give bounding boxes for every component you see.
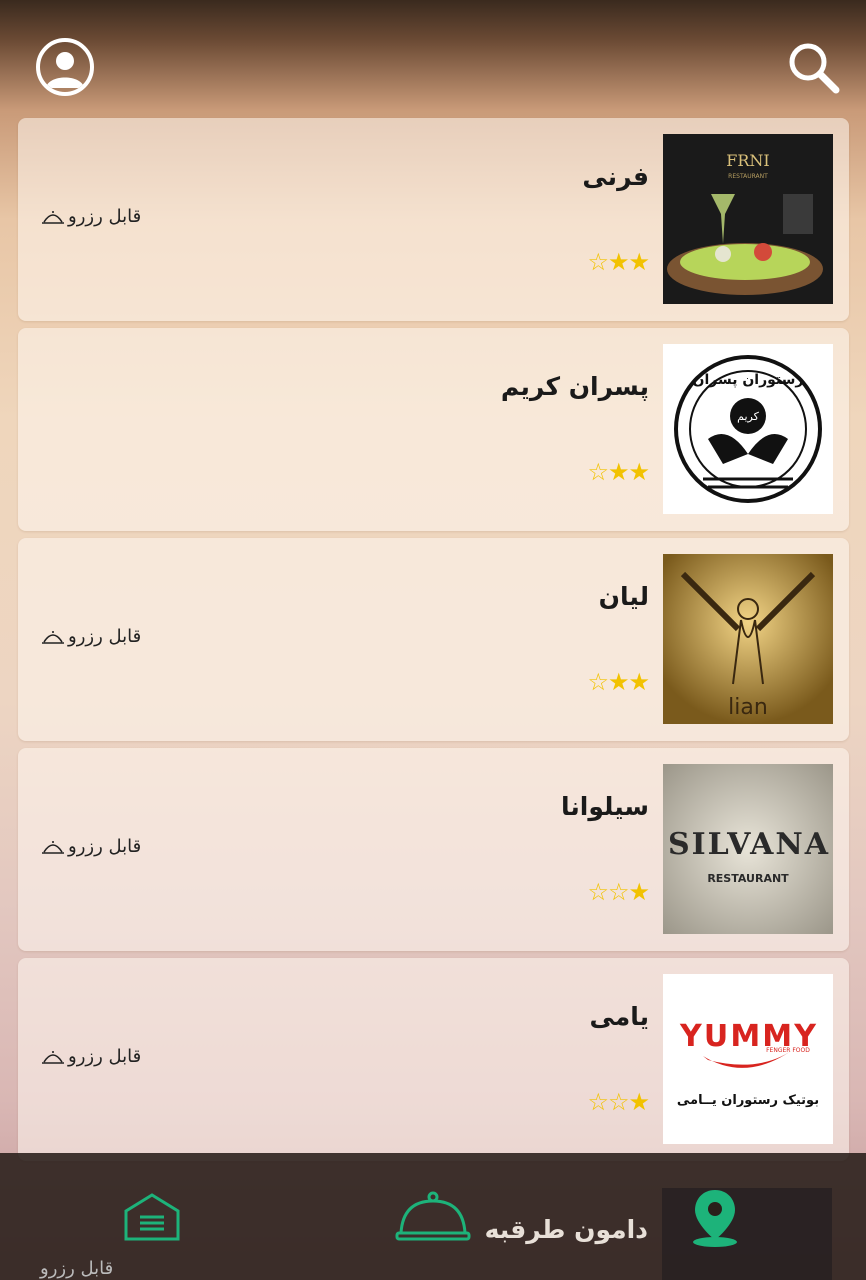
- map-pin-icon: [693, 1189, 737, 1247]
- restaurant-name: سیلوانا: [560, 792, 649, 821]
- restaurant-card[interactable]: رستوران پسران کریم پسران کریم ☆★★: [18, 328, 849, 531]
- rating-stars: ☆★★: [587, 248, 650, 276]
- rating-stars: ☆★★: [587, 458, 650, 486]
- restaurant-thumbnail: SILVANA RESTAURANT: [663, 764, 833, 934]
- restaurant-thumbnail: lian: [663, 554, 833, 724]
- restaurant-card[interactable]: YUMMY FENGER FOOD بوتیک رستوران یــامی ی…: [18, 958, 849, 1161]
- rating-stars: ☆★★: [587, 668, 650, 696]
- reservable-badge: قابل رزرو: [40, 206, 141, 227]
- thumb-logo-subtext: RESTAURANT: [707, 872, 789, 885]
- restaurant-name: پسران کریم: [500, 372, 649, 401]
- cloche-icon: [395, 1191, 471, 1240]
- restaurant-name: یامی: [589, 1002, 649, 1031]
- reservable-label-peek: قابل رزرو: [40, 1258, 114, 1279]
- restaurant-name: لیان: [598, 582, 649, 611]
- reservable-badge: قابل رزرو: [40, 1046, 141, 1067]
- restaurant-card[interactable]: FRNI RESTAURANT فرنی ☆★★ قابل رزرو: [18, 118, 849, 321]
- bottom-nav-bar: [0, 1153, 866, 1280]
- thumb-logo-text: lian: [728, 695, 768, 720]
- cloche-icon: [42, 210, 64, 224]
- restaurant-card[interactable]: SILVANA RESTAURANT سیلوانا ☆☆★ قابل رزرو: [18, 748, 849, 951]
- thumb-logo-subtext: RESTAURANT: [728, 173, 768, 180]
- nav-map[interactable]: [680, 1153, 750, 1280]
- restaurant-thumbnail: رستوران پسران کریم: [663, 344, 833, 514]
- restaurant-name: فرنی: [582, 162, 649, 191]
- thumb-logo-subtext: FENGER FOOD: [766, 1047, 810, 1054]
- reservable-label: قابل رزرو: [68, 206, 142, 227]
- nav-restaurants[interactable]: [388, 1153, 478, 1280]
- cloche-icon: [42, 1050, 64, 1064]
- thumb-logo-text: FRNI: [726, 151, 769, 170]
- reservable-label: قابل رزرو: [68, 626, 142, 647]
- home-list-icon: [124, 1192, 180, 1240]
- rating-stars: ☆☆★: [587, 1088, 650, 1116]
- rating-stars: ☆☆★: [587, 878, 650, 906]
- search-icon[interactable]: [784, 38, 844, 98]
- cloche-icon: [42, 840, 64, 854]
- reservable-badge: قابل رزرو: [40, 836, 141, 857]
- reservable-badge: قابل رزرو: [40, 626, 141, 647]
- cloche-icon: [42, 630, 64, 644]
- reservable-label: قابل رزرو: [68, 1046, 142, 1067]
- restaurant-thumbnail: YUMMY FENGER FOOD بوتیک رستوران یــامی: [663, 974, 833, 1144]
- thumb-logo-text: کریم: [737, 410, 759, 423]
- restaurant-card[interactable]: lian لیان ☆★★ قابل رزرو: [18, 538, 849, 741]
- nav-home-list[interactable]: [110, 1153, 194, 1280]
- thumb-ring-text: رستوران پسران: [693, 372, 804, 388]
- top-bar: [0, 0, 866, 118]
- user-circle-icon[interactable]: [36, 38, 94, 96]
- thumb-fa-text: بوتیک رستوران یــامی: [677, 1093, 819, 1108]
- reservable-label: قابل رزرو: [68, 836, 142, 857]
- restaurant-thumbnail: FRNI RESTAURANT: [663, 134, 833, 304]
- restaurant-name-peek: دامون طرقبه: [484, 1215, 648, 1244]
